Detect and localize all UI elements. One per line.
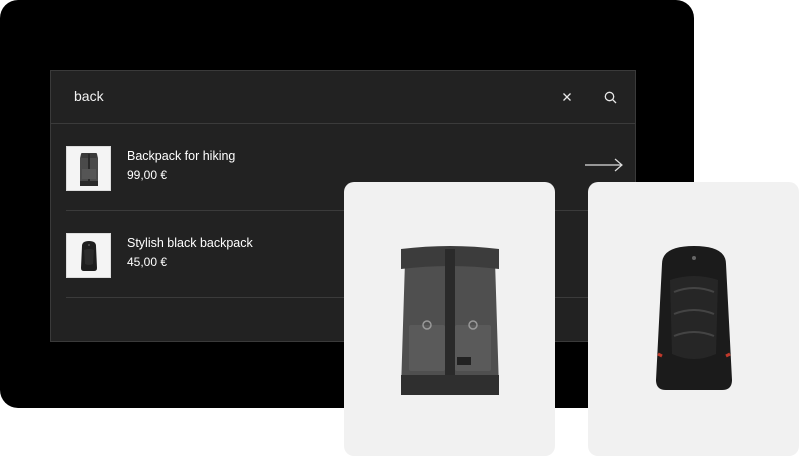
product-card[interactable] [588, 182, 799, 456]
product-price: 99,00 € [127, 168, 168, 182]
product-thumbnail [66, 146, 111, 191]
product-price: 45,00 € [127, 255, 168, 269]
close-icon[interactable] [559, 89, 575, 105]
backpack-image [400, 246, 499, 395]
product-name: Backpack for hiking [127, 149, 236, 163]
search-icon[interactable] [601, 88, 619, 106]
backpack-image [655, 246, 732, 390]
arrow-right-icon[interactable] [584, 158, 624, 177]
product-card[interactable] [344, 182, 555, 456]
product-name: Stylish black backpack [127, 236, 253, 250]
search-bar: back [51, 71, 635, 124]
product-thumbnail [66, 233, 111, 278]
search-input[interactable]: back [74, 88, 104, 104]
